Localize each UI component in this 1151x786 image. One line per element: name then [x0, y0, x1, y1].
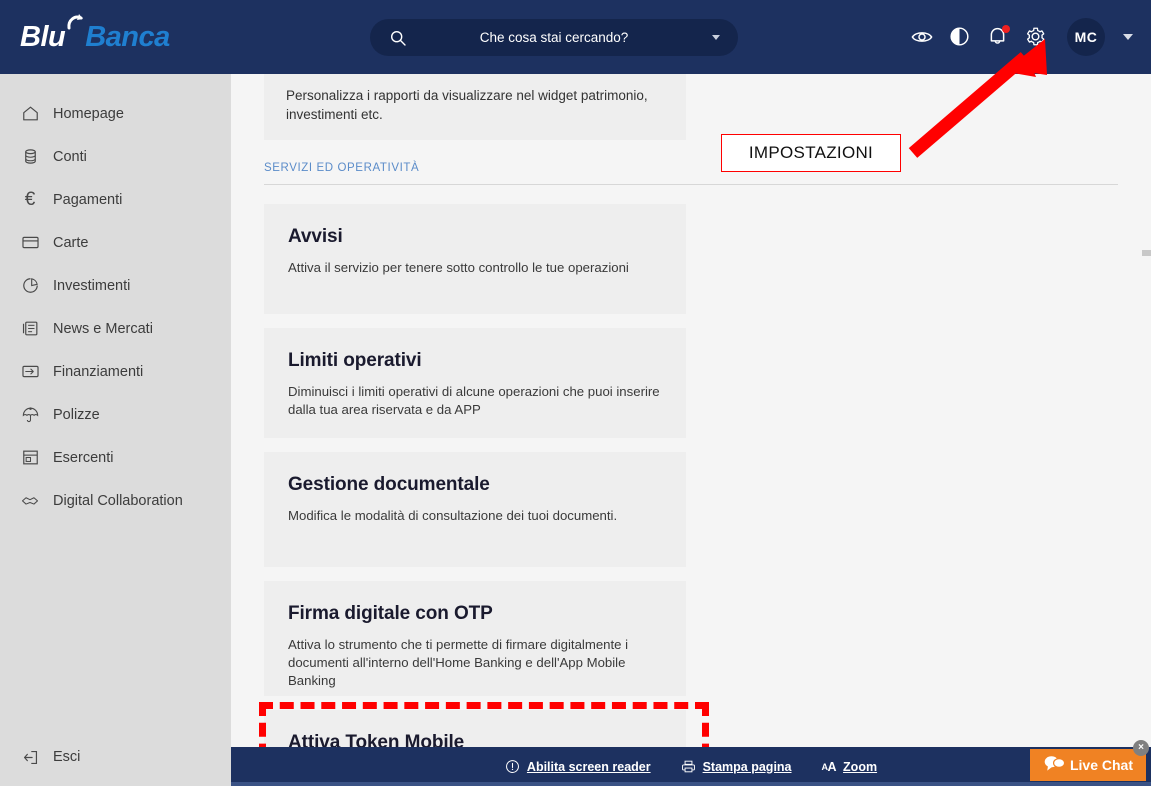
- footer-bottom-strip: [231, 782, 1151, 786]
- sidebar-item-polizze[interactable]: Polizze: [0, 393, 231, 436]
- text-size-icon: AA: [821, 759, 837, 774]
- footer-link-abilita-screen-reader[interactable]: Abilita screen reader: [505, 759, 651, 774]
- page-footer: Abilita screen reader Stampa pagina AA Z…: [231, 747, 1151, 786]
- footer-link-stampa-pagina[interactable]: Stampa pagina: [681, 759, 792, 774]
- handshake-icon: [20, 491, 40, 511]
- logo-swoosh-icon: [65, 14, 85, 46]
- tile-avvisi[interactable]: Avvisi Attiva il servizio per tenere sot…: [264, 204, 686, 314]
- piechart-icon: [20, 276, 40, 296]
- sidebar-nav: Homepage Conti € Pagamenti Carte Investi…: [0, 74, 231, 522]
- app-root: Blu Banca Che cosa stai cercando? MC Hom…: [0, 0, 1151, 786]
- notification-badge-dot: [1002, 25, 1010, 33]
- brand-logo[interactable]: Blu Banca: [20, 14, 170, 54]
- tile-gestione-documentale[interactable]: Gestione documentale Modifica le modalit…: [264, 452, 686, 567]
- tile-title: Firma digitale con OTP: [288, 603, 493, 624]
- sidebar-item-investimenti[interactable]: Investimenti: [0, 264, 231, 307]
- sidebar-item-label: Conti: [53, 148, 87, 165]
- tile-firma-digitale-con-otp[interactable]: Firma digitale con OTP Attiva lo strumen…: [264, 581, 686, 696]
- tile-title: Limiti operativi: [288, 350, 422, 371]
- tile-title: Gestione documentale: [288, 474, 490, 495]
- scrollbar-thumb[interactable]: [1142, 250, 1151, 256]
- scrollbar-track[interactable]: [1142, 74, 1151, 786]
- window-top-edge: [0, 0, 1151, 4]
- sidebar-item-label: Homepage: [53, 105, 124, 122]
- avatar-chevron-down-icon[interactable]: [1123, 34, 1133, 40]
- sidebar-item-label: Carte: [53, 234, 89, 251]
- euro-icon: €: [24, 188, 36, 210]
- tile-description: Attiva il servizio per tenere sotto cont…: [288, 260, 629, 275]
- sidebar: Homepage Conti € Pagamenti Carte Investi…: [0, 74, 231, 786]
- sidebar-item-label: Digital Collaboration: [53, 492, 183, 509]
- sidebar-item-label: Finanziamenti: [53, 363, 144, 380]
- personalizza-rapporti-text: Personalizza i rapporti da visualizzare …: [286, 88, 648, 122]
- card-icon: [20, 233, 40, 253]
- sidebar-item-label: Pagamenti: [53, 191, 123, 208]
- printer-icon: [681, 759, 696, 774]
- live-chat-label: Live Chat: [1069, 757, 1133, 773]
- main-content: Personalizza i rapporti da visualizzare …: [231, 74, 1151, 786]
- live-chat-button[interactable]: Live Chat ×: [1030, 740, 1149, 781]
- app-header: Blu Banca Che cosa stai cercando? MC: [0, 0, 1151, 74]
- sidebar-item-news-e-mercati[interactable]: News e Mercati: [0, 307, 231, 350]
- global-search[interactable]: Che cosa stai cercando?: [370, 19, 738, 56]
- annotation-callout-label: IMPOSTAZIONI: [748, 143, 874, 162]
- footer-link-zoom[interactable]: AA Zoom: [822, 760, 878, 774]
- section-title-servizi: SERVIZI ED OPERATIVITÀ: [264, 162, 420, 174]
- tile-title: Avvisi: [288, 226, 343, 247]
- section-divider: [264, 184, 1118, 185]
- shop-icon: [20, 448, 40, 468]
- logo-text-blu: Blu: [20, 21, 66, 53]
- logout-icon: [20, 747, 40, 767]
- sidebar-item-esci[interactable]: Esci: [0, 736, 80, 778]
- tile-description: Modifica le modalità di consultazione de…: [288, 508, 618, 523]
- sidebar-item-conti[interactable]: Conti: [0, 135, 231, 178]
- news-icon: [20, 319, 40, 339]
- info-circle-icon: [505, 759, 520, 774]
- sidebar-item-esercenti[interactable]: Esercenti: [0, 436, 231, 479]
- header-icon-group: MC: [911, 18, 1133, 56]
- contrast-icon[interactable]: [949, 26, 971, 48]
- sidebar-item-label: News e Mercati: [53, 320, 153, 337]
- sidebar-item-label: Polizze: [53, 406, 100, 423]
- search-chevron-down-icon[interactable]: [712, 35, 720, 40]
- bell-icon[interactable]: [987, 25, 1010, 48]
- home-icon: [20, 104, 40, 124]
- sidebar-item-finanziamenti[interactable]: Finanziamenti: [0, 350, 231, 393]
- accounts-icon: [20, 147, 40, 167]
- sidebar-item-pagamenti[interactable]: € Pagamenti: [0, 178, 231, 221]
- footer-link-label: Abilita screen reader: [526, 759, 651, 774]
- tile-description: Attiva lo strumento che ti permette di f…: [288, 637, 629, 688]
- loan-icon: [20, 362, 40, 382]
- sidebar-item-label: Investimenti: [53, 277, 131, 294]
- sidebar-item-digital-collaboration[interactable]: Digital Collaboration: [0, 479, 231, 522]
- annotation-callout-impostazioni: IMPOSTAZIONI: [721, 134, 901, 172]
- personalizza-rapporti-card[interactable]: Personalizza i rapporti da visualizzare …: [264, 74, 686, 140]
- footer-link-label: Stampa pagina: [702, 759, 792, 774]
- sidebar-item-homepage[interactable]: Homepage: [0, 92, 231, 135]
- chat-bubble-icon: [1043, 754, 1066, 777]
- search-input[interactable]: Che cosa stai cercando?: [396, 30, 712, 45]
- footer-link-label: Zoom: [843, 759, 878, 774]
- sidebar-item-label: Esci: [53, 749, 81, 765]
- umbrella-icon: [20, 405, 40, 425]
- tile-description: Diminuisci i limiti operativi di alcune …: [288, 384, 660, 417]
- sidebar-item-carte[interactable]: Carte: [0, 221, 231, 264]
- logo-text-banca: Banca: [85, 21, 170, 53]
- services-tile-grid: Avvisi Attiva il servizio per tenere sot…: [259, 204, 1118, 786]
- gear-icon[interactable]: [1025, 26, 1047, 48]
- tile-limiti-operativi[interactable]: Limiti operativi Diminuisci i limiti ope…: [264, 328, 686, 438]
- close-icon[interactable]: ×: [1133, 740, 1149, 756]
- eye-icon[interactable]: [911, 26, 933, 48]
- sidebar-item-label: Esercenti: [53, 449, 114, 466]
- avatar[interactable]: MC: [1067, 18, 1105, 56]
